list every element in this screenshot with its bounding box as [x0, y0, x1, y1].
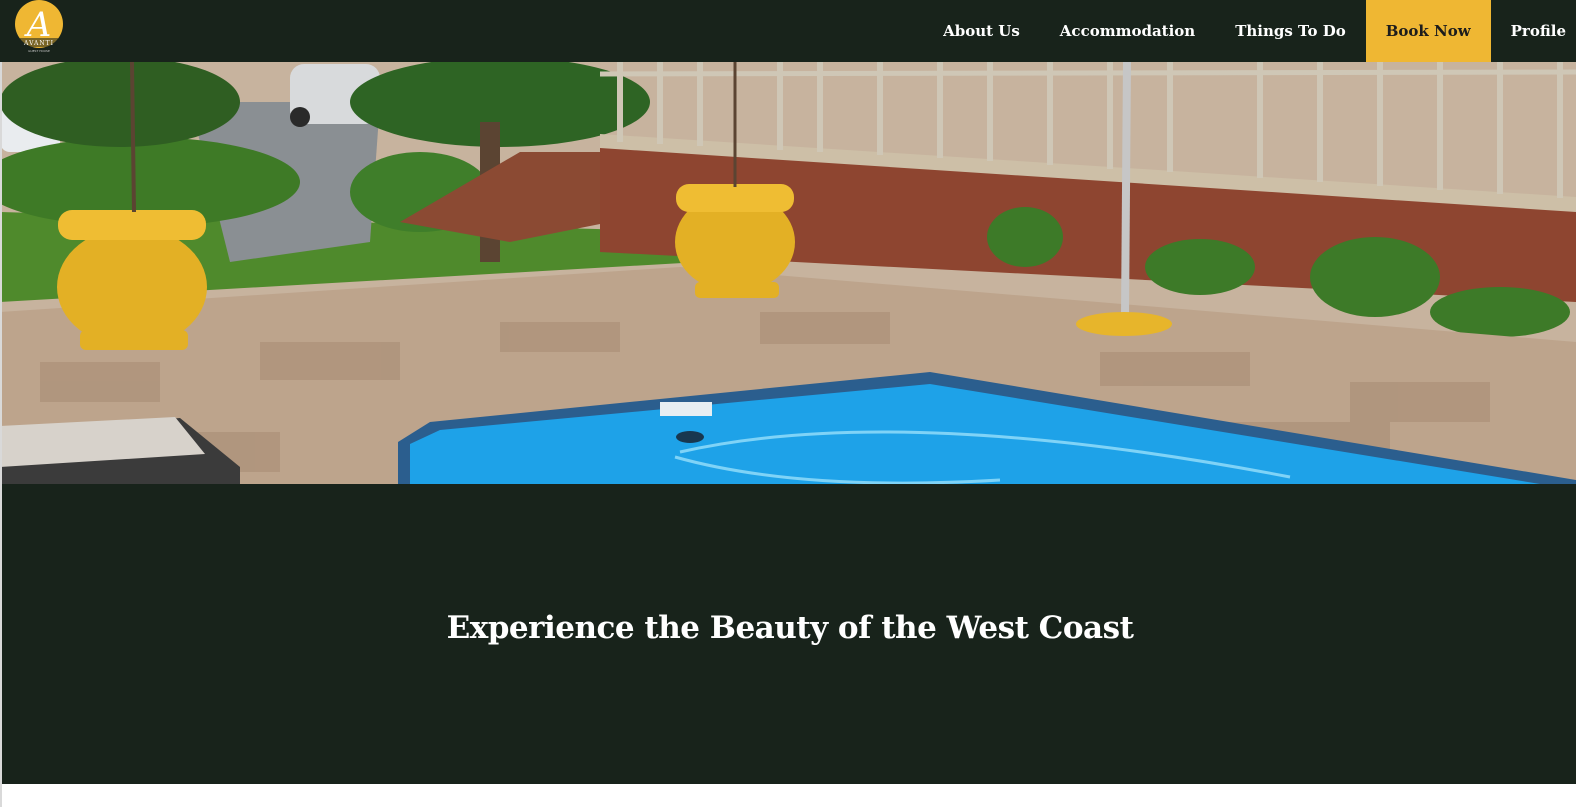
top-navbar: A AVANTI GUEST HOUSE About Us Accommodat… — [0, 0, 1576, 62]
nav-accommodation[interactable]: Accommodation — [1040, 0, 1215, 62]
main-nav: About Us Accommodation Things To Do Book… — [923, 0, 1576, 62]
banner-title: Experience the Beauty of the West Coast — [446, 610, 1134, 646]
nav-book-now-button[interactable]: Book Now — [1365, 0, 1491, 62]
hero-image — [0, 62, 1576, 484]
welcome-banner: Experience the Beauty of the West Coast — [0, 484, 1576, 784]
svg-text:AVANTI: AVANTI — [23, 40, 54, 47]
nav-things-to-do[interactable]: Things To Do — [1215, 0, 1366, 62]
page-content-start — [0, 784, 1576, 807]
nav-profile[interactable]: Profile — [1491, 0, 1576, 62]
avanti-logo[interactable]: A AVANTI GUEST HOUSE — [14, 0, 64, 54]
nav-about-us[interactable]: About Us — [923, 0, 1040, 62]
svg-text:GUEST HOUSE: GUEST HOUSE — [28, 49, 50, 53]
avanti-monogram-logo-icon: A AVANTI GUEST HOUSE — [15, 0, 63, 53]
left-scroll-edge — [0, 62, 2, 807]
pool-patio-photo — [0, 62, 1576, 484]
